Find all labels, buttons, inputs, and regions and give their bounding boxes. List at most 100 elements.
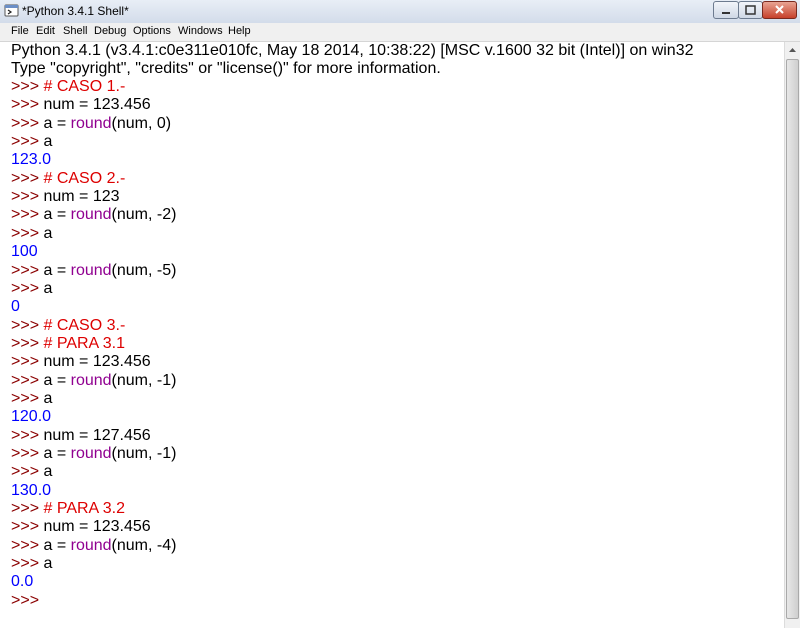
code-text: a [43, 133, 53, 150]
scrollbar-thumb[interactable] [786, 59, 799, 619]
vertical-scrollbar[interactable] [784, 42, 800, 628]
prompt-marker: >>> [11, 445, 44, 462]
menu-debug[interactable]: Debug [94, 25, 126, 37]
input-line: >>> # PARA 3.1 [11, 335, 125, 353]
builtin-function: round [70, 262, 112, 279]
input-line: >>> # CASO 3.- [11, 317, 125, 335]
code-text: a = [43, 372, 71, 389]
prompt-marker: >>> [11, 188, 44, 205]
scroll-up-arrow-icon[interactable] [785, 42, 800, 58]
code-text: num = 123 [43, 188, 120, 205]
input-line: >>> a = round(num, -1) [11, 445, 176, 463]
input-line: >>> num = 123.456 [11, 353, 151, 371]
code-text: (num, -5) [111, 262, 177, 279]
input-line: >>> num = 127.456 [11, 427, 151, 445]
title-bar[interactable]: *Python 3.4.1 Shell* [0, 0, 800, 24]
output-value: 100 [11, 243, 38, 260]
prompt-marker: >>> [11, 537, 44, 554]
code-comment: # PARA 3.2 [43, 500, 126, 517]
output-line: 100 [11, 243, 38, 261]
output-value: 130.0 [11, 482, 52, 499]
code-comment: # CASO 1.- [43, 78, 126, 95]
close-icon [775, 5, 784, 14]
menu-file[interactable]: File [11, 25, 29, 37]
code-text: num = 123.456 [43, 353, 151, 370]
prompt-marker: >>> [11, 518, 44, 535]
input-line: >>> # CASO 2.- [11, 170, 125, 188]
output-line: 123.0 [11, 151, 51, 169]
input-line: >>> a [11, 133, 52, 151]
input-line: >>> # CASO 1.- [11, 78, 125, 96]
input-line: >>> a = round(num, -4) [11, 537, 176, 555]
code-text: num = 123.456 [43, 518, 151, 535]
prompt-marker: >>> [11, 463, 44, 480]
minimize-button[interactable] [713, 1, 739, 19]
builtin-function: round [70, 115, 112, 132]
shell-text-area[interactable]: Python 3.4.1 (v3.4.1:c0e311e010fc, May 1… [0, 42, 784, 628]
input-line: >>> num = 123 [11, 188, 120, 206]
prompt-marker: >>> [11, 96, 44, 113]
prompt-marker: >>> [11, 317, 44, 334]
menu-bar: File Edit Shell Debug Options Windows He… [0, 23, 800, 42]
shell-header-line: Type "copyright", "credits" or "license(… [11, 60, 441, 77]
window-title: *Python 3.4.1 Shell* [22, 4, 129, 18]
input-prompt-line: >>> [11, 592, 43, 610]
prompt-marker: >>> [11, 500, 44, 517]
python-app-icon [4, 4, 19, 17]
prompt-marker: >>> [11, 353, 44, 370]
code-text: num = 127.456 [43, 427, 151, 444]
prompt-marker: >>> [11, 555, 44, 572]
prompt-marker: >>> [11, 170, 44, 187]
prompt-marker: >>> [11, 225, 44, 242]
maximize-button[interactable] [738, 1, 763, 19]
code-text: a [43, 280, 53, 297]
code-text: a = [43, 115, 71, 132]
prompt-marker: >>> [11, 335, 44, 352]
prompt-marker: >>> [11, 115, 44, 132]
builtin-function: round [70, 445, 112, 462]
input-line: >>> num = 123.456 [11, 518, 151, 536]
prompt-marker: >>> [11, 206, 44, 223]
code-text: a [43, 463, 53, 480]
code-text: a = [43, 445, 71, 462]
menu-edit[interactable]: Edit [36, 25, 55, 37]
menu-shell[interactable]: Shell [63, 25, 87, 37]
code-text: num = 123.456 [43, 96, 151, 113]
menu-windows[interactable]: Windows [178, 25, 223, 37]
code-text: a [43, 390, 53, 407]
prompt-marker: >>> [11, 390, 44, 407]
code-text: (num, -1) [111, 445, 177, 462]
prompt-marker: >>> [11, 280, 44, 297]
menu-help[interactable]: Help [228, 25, 251, 37]
code-text: a [43, 555, 53, 572]
minimize-icon [722, 12, 730, 14]
input-line: >>> a = round(num, 0) [11, 115, 171, 133]
input-line: >>> # PARA 3.2 [11, 500, 125, 518]
input-line: >>> a = round(num, -2) [11, 206, 176, 224]
maximize-icon [745, 5, 756, 15]
code-text: (num, -4) [111, 537, 177, 554]
prompt-marker: >>> [11, 78, 44, 95]
code-text: a [43, 225, 53, 242]
output-line: 0.0 [11, 573, 33, 591]
output-value: 120.0 [11, 408, 52, 425]
code-text: a = [43, 537, 71, 554]
code-comment: # PARA 3.1 [43, 335, 126, 352]
input-line: >>> a [11, 555, 52, 573]
code-comment: # CASO 3.- [43, 317, 126, 334]
code-text: (num, -1) [111, 372, 177, 389]
builtin-function: round [70, 372, 112, 389]
input-line: >>> a [11, 225, 52, 243]
code-text: a = [43, 206, 71, 223]
prompt-marker: >>> [11, 372, 44, 389]
input-line: >>> a = round(num, -1) [11, 372, 176, 390]
input-line: >>> a [11, 280, 52, 298]
menu-options[interactable]: Options [133, 25, 171, 37]
prompt-marker: >>> [11, 133, 44, 150]
input-line: >>> a = round(num, -5) [11, 262, 176, 280]
code-comment: # CASO 2.- [43, 170, 126, 187]
close-button[interactable] [762, 1, 797, 19]
prompt-marker: >>> [11, 262, 44, 279]
code-text: (num, 0) [111, 115, 172, 132]
code-text: a = [43, 262, 71, 279]
